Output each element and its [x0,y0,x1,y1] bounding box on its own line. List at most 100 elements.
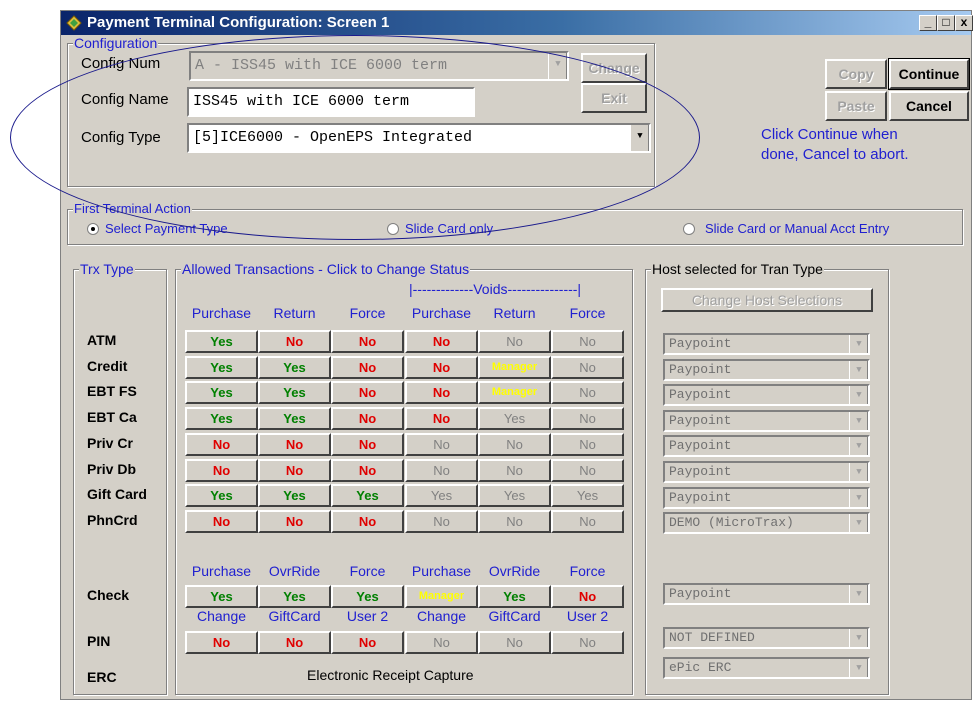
change-host-selections-button[interactable]: Change Host Selections [661,288,873,312]
paste-button[interactable]: Paste [825,91,887,121]
status-cell[interactable]: Manager [405,585,478,608]
host-select-erc[interactable]: ePic ERC ▼ [663,657,870,679]
voids-header: |-------------Voids---------------| [409,281,582,297]
radio-select-payment-type[interactable] [87,223,99,235]
status-cell[interactable]: No [551,407,624,431]
status-cell[interactable]: No [331,432,404,456]
config-type-select[interactable]: [5]ICE6000 - OpenEPS Integrated ▼ [187,123,651,153]
status-cell[interactable]: No [405,355,478,379]
status-cell[interactable]: Yes [185,381,258,405]
status-cell[interactable]: Yes [185,407,258,431]
status-cell[interactable]: Yes [258,585,331,608]
status-cell[interactable]: No [478,458,551,482]
status-cell[interactable]: No [551,381,624,405]
radio-slide-card-only[interactable] [387,223,399,235]
status-cell[interactable]: No [185,458,258,482]
host-select-pin[interactable]: NOT DEFINED ▼ [663,627,870,649]
status-cell[interactable]: No [405,330,478,353]
column-header: User 2 [346,608,389,624]
status-cell[interactable]: No [551,355,624,379]
maximize-button[interactable]: □ [937,15,955,31]
host-select[interactable]: Paypoint ▼ [663,384,870,407]
title-bar[interactable]: Payment Terminal Configuration: Screen 1… [61,11,973,35]
status-cell[interactable]: No [258,330,331,353]
host-select[interactable]: Paypoint ▼ [663,486,870,509]
status-cell[interactable]: No [331,407,404,431]
status-cell[interactable]: No [331,458,404,482]
status-cell[interactable]: Yes [185,585,258,608]
config-name-label: Config Name [81,91,169,108]
status-cell[interactable]: No [551,631,624,654]
status-cell[interactable]: Yes [331,585,404,608]
change-config-button[interactable]: Change [581,53,647,83]
status-cell[interactable]: No [185,432,258,456]
status-cell[interactable]: No [405,631,478,654]
status-cell[interactable]: No [258,432,331,456]
config-name-input[interactable]: ISS45 with ICE 6000 term [187,87,475,117]
status-cell[interactable]: Yes [185,484,258,508]
status-cell[interactable]: Yes [478,407,551,431]
status-cell[interactable]: Yes [478,484,551,508]
status-cell[interactable]: Yes [331,484,404,508]
radio-slide-card-or-manual[interactable] [683,223,695,235]
chevron-down-icon: ▼ [849,629,868,647]
status-cell[interactable]: Yes [258,407,331,431]
status-cell[interactable]: No [551,330,624,353]
status-cell[interactable]: No [405,509,478,533]
radio-label-slide-card-or-manual: Slide Card or Manual Acct Entry [705,221,890,236]
status-cell[interactable]: No [331,355,404,379]
status-cell[interactable]: No [405,381,478,405]
status-cell[interactable]: No [331,509,404,533]
status-cell[interactable]: No [331,381,404,405]
copy-button[interactable]: Copy [825,59,887,89]
cancel-button[interactable]: Cancel [889,91,969,121]
config-num-select[interactable]: A - ISS45 with ICE 6000 term ▼ [189,51,569,81]
status-cell[interactable]: No [405,432,478,456]
row-label: Priv Cr [87,434,133,451]
host-value: Paypoint [669,387,732,403]
status-cell[interactable]: No [478,509,551,533]
status-cell[interactable]: No [258,509,331,533]
host-value: DEMO (MicroTrax) [669,515,794,531]
host-select[interactable]: DEMO (MicroTrax) ▼ [663,512,870,535]
minimize-button[interactable]: _ [919,15,937,31]
column-header: Change [416,608,467,624]
host-select[interactable]: Paypoint ▼ [663,333,870,355]
config-type-label: Config Type [81,129,161,146]
host-select[interactable]: Paypoint ▼ [663,435,870,458]
status-cell[interactable]: Yes [405,484,478,508]
chevron-down-icon: ▼ [849,463,868,481]
status-cell[interactable]: No [478,330,551,353]
status-cell[interactable]: No [551,458,624,482]
status-cell[interactable]: Yes [258,355,331,379]
status-cell[interactable]: Yes [258,381,331,405]
status-cell[interactable]: Yes [185,330,258,353]
status-cell[interactable]: Yes [478,585,551,608]
status-cell[interactable]: Yes [551,484,624,508]
host-select[interactable]: Paypoint ▼ [663,461,870,483]
status-cell[interactable]: No [185,509,258,533]
status-cell[interactable]: Yes [185,355,258,379]
status-cell[interactable]: No [258,631,331,654]
status-cell[interactable]: No [478,432,551,456]
status-cell[interactable]: No [551,509,624,533]
status-cell[interactable]: No [405,458,478,482]
status-cell[interactable]: No [185,631,258,654]
close-button[interactable]: x [955,15,973,31]
host-select[interactable]: Paypoint ▼ [663,409,870,432]
status-cell[interactable]: No [331,330,404,353]
status-cell[interactable]: Manager [478,355,551,379]
status-cell[interactable]: Yes [258,484,331,508]
host-select[interactable]: Paypoint ▼ [663,358,870,381]
status-cell[interactable]: No [331,631,404,654]
host-select-check[interactable]: Paypoint ▼ [663,583,870,605]
status-cell[interactable]: No [478,631,551,654]
continue-button[interactable]: Continue [888,58,970,90]
status-cell[interactable]: Manager [478,381,551,405]
status-cell[interactable]: No [551,585,624,608]
chevron-down-icon: ▼ [849,514,868,533]
status-cell[interactable]: No [258,458,331,482]
status-cell[interactable]: No [405,407,478,431]
exit-button[interactable]: Exit [581,83,647,113]
status-cell[interactable]: No [551,432,624,456]
